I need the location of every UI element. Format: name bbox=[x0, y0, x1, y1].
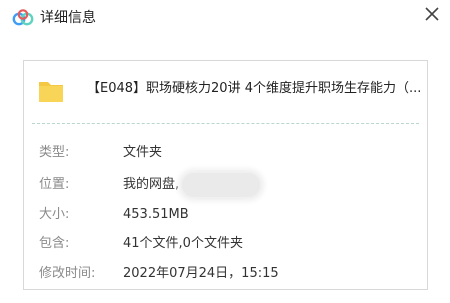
detail-row-location: 位置: 我的网盘, bbox=[39, 173, 419, 197]
location-value: 我的网盘, bbox=[123, 177, 180, 192]
type-value: 文件夹 bbox=[123, 145, 163, 160]
location-label: 位置: bbox=[39, 177, 70, 192]
cloud-app-icon bbox=[12, 9, 34, 26]
details-panel: 【E048】职场硬核力20讲 4个维度提升职场生存能力（... 类型: 文件夹 … bbox=[23, 60, 428, 290]
size-label: 大小: bbox=[39, 207, 70, 222]
title-bar: 详细信息 bbox=[0, 0, 450, 38]
size-value: 453.51MB bbox=[123, 207, 189, 222]
close-icon[interactable] bbox=[418, 2, 446, 30]
detail-row-type: 类型: 文件夹 bbox=[39, 143, 419, 163]
type-label: 类型: bbox=[39, 145, 70, 160]
file-details-dialog: 详细信息 【E048】职场硬核力20讲 4个维度提升职场生存能力（... 类型:… bbox=[0, 0, 450, 303]
file-name: 【E048】职场硬核力20讲 4个维度提升职场生存能力（... bbox=[87, 81, 422, 96]
detail-row-modified: 修改时间: 2022年07月24日，15:15 bbox=[39, 264, 419, 284]
divider bbox=[32, 123, 419, 124]
dialog-title: 详细信息 bbox=[40, 10, 96, 26]
folder-icon bbox=[39, 82, 63, 102]
detail-row-contains: 包含: 41个文件,0个文件夹 bbox=[39, 234, 419, 254]
contains-value: 41个文件,0个文件夹 bbox=[123, 236, 243, 251]
modified-label: 修改时间: bbox=[39, 266, 96, 281]
contains-label: 包含: bbox=[39, 236, 70, 251]
redacted-path-blur bbox=[182, 173, 260, 197]
modified-value: 2022年07月24日，15:15 bbox=[123, 266, 279, 281]
detail-row-size: 大小: 453.51MB bbox=[39, 205, 419, 225]
